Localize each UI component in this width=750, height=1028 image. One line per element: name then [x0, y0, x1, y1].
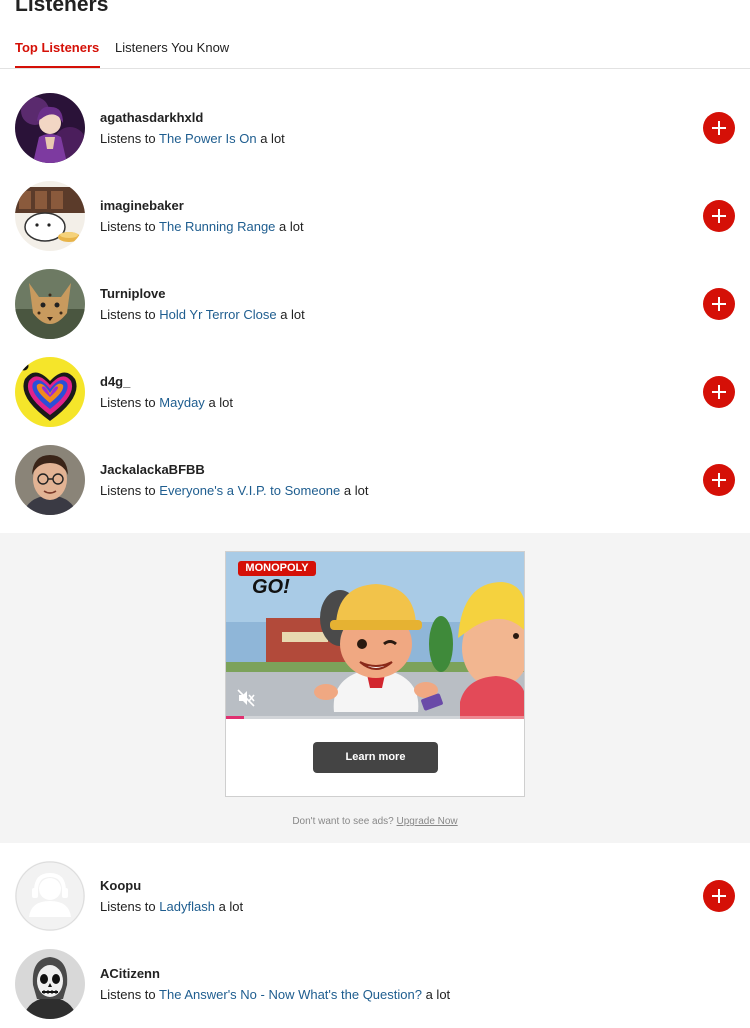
track-link[interactable]: The Power Is On [159, 131, 257, 146]
muted-speaker-icon[interactable] [236, 688, 256, 708]
listener-list-continued: Koopu Listens to Ladyflash a lot ACitize… [0, 852, 750, 1028]
listener-list: agathasdarkhxld Listens to The Power Is … [0, 84, 750, 524]
avatar[interactable] [15, 861, 85, 931]
listeners-page: Listeners Top Listeners Listeners You Kn… [0, 0, 750, 1028]
avatar-image [15, 357, 85, 427]
active-tab-indicator [15, 66, 100, 68]
avatar-image [15, 861, 85, 931]
listener-row: Koopu Listens to Ladyflash a lot [0, 852, 750, 940]
avatar-image [15, 93, 85, 163]
avatar[interactable] [15, 269, 85, 339]
track-link[interactable]: Everyone's a V.I.P. to Someone [159, 483, 340, 498]
avatar-image [15, 949, 85, 1019]
track-link[interactable]: Mayday [159, 395, 205, 410]
listener-description: Listens to Ladyflash a lot [100, 899, 243, 915]
a-lot-label: a lot [260, 131, 285, 146]
listens-to-label: Listens to [100, 987, 156, 1002]
listener-name[interactable]: d4g_ [100, 374, 130, 390]
listener-name[interactable]: agathasdarkhxld [100, 110, 203, 126]
track-link[interactable]: The Running Range [159, 219, 275, 234]
avatar-image [15, 445, 85, 515]
listener-name[interactable]: Koopu [100, 878, 141, 894]
avatar[interactable] [15, 181, 85, 251]
listener-description: Listens to The Power Is On a lot [100, 131, 285, 147]
listener-description: Listens to Everyone's a V.I.P. to Someon… [100, 483, 368, 499]
ad-upgrade-note: Don't want to see ads? Upgrade Now [0, 816, 750, 827]
avatar[interactable] [15, 357, 85, 427]
listener-name[interactable]: Turniplove [100, 286, 165, 302]
tab-listeners-you-know[interactable]: Listeners You Know [115, 39, 229, 56]
listens-to-label: Listens to [100, 131, 156, 146]
listener-description: Listens to Hold Yr Terror Close a lot [100, 307, 305, 323]
listener-description: Listens to The Running Range a lot [100, 219, 304, 235]
ad-brand-top: MONOPOLY [238, 561, 316, 576]
ad-brand-logo: MONOPOLY GO! [238, 561, 316, 599]
listens-to-label: Listens to [100, 307, 156, 322]
a-lot-label: a lot [425, 987, 451, 1002]
page-title: Listeners [15, 0, 109, 16]
track-link[interactable]: Hold Yr Terror Close [159, 307, 276, 322]
listener-description: Listens to The Answer's No - Now What's … [100, 987, 450, 1003]
ad-note-text: Don't want to see ads? [292, 816, 394, 827]
tab-top-listeners[interactable]: Top Listeners [15, 39, 99, 56]
ad-progress-fill [226, 716, 244, 719]
listens-to-label: Listens to [100, 395, 156, 410]
ad-unit[interactable]: MONOPOLY GO! Learn more [225, 551, 525, 797]
avatar-image [15, 181, 85, 251]
follow-button[interactable] [703, 464, 735, 496]
a-lot-label: a lot [343, 483, 369, 498]
a-lot-label: a lot [280, 307, 305, 322]
a-lot-label: a lot [218, 899, 244, 914]
listener-name[interactable]: imaginebaker [100, 198, 184, 214]
listener-name[interactable]: ACitizenn [100, 966, 160, 982]
listener-row: Turniplove Listens to Hold Yr Terror Clo… [0, 260, 750, 348]
avatar[interactable] [15, 445, 85, 515]
listener-row: agathasdarkhxld Listens to The Power Is … [0, 84, 750, 172]
mute-glyph [237, 689, 255, 707]
track-link[interactable]: Ladyflash [159, 899, 215, 914]
follow-button[interactable] [703, 880, 735, 912]
upgrade-now-link[interactable]: Upgrade Now [397, 816, 458, 827]
ad-progress-bar [226, 716, 524, 719]
follow-button[interactable] [703, 112, 735, 144]
follow-button[interactable] [703, 288, 735, 320]
listener-name[interactable]: JackalackaBFBB [100, 462, 205, 478]
avatar[interactable] [15, 949, 85, 1019]
listener-tabs: Top Listeners Listeners You Know [0, 30, 750, 69]
listens-to-label: Listens to [100, 219, 156, 234]
ad-video[interactable]: MONOPOLY GO! [226, 552, 524, 719]
listener-description: Listens to Mayday a lot [100, 395, 233, 411]
listens-to-label: Listens to [100, 899, 156, 914]
follow-button[interactable] [703, 200, 735, 232]
avatar-image [15, 269, 85, 339]
a-lot-label: a lot [208, 395, 234, 410]
listens-to-label: Listens to [100, 483, 156, 498]
listener-row: JackalackaBFBB Listens to Everyone's a V… [0, 436, 750, 524]
advertisement-section: MONOPOLY GO! Learn more Don't want to se… [0, 533, 750, 843]
a-lot-label: a lot [279, 219, 304, 234]
listener-row: imaginebaker Listens to The Running Rang… [0, 172, 750, 260]
listener-row: d4g_ Listens to Mayday a lot [0, 348, 750, 436]
learn-more-button[interactable]: Learn more [313, 742, 438, 773]
avatar[interactable] [15, 93, 85, 163]
ad-brand-bottom: GO! [252, 576, 290, 598]
listener-row: ACitizenn Listens to The Answer's No - N… [0, 940, 750, 1028]
track-link[interactable]: The Answer's No - Now What's the Questio… [159, 987, 422, 1002]
follow-button[interactable] [703, 376, 735, 408]
